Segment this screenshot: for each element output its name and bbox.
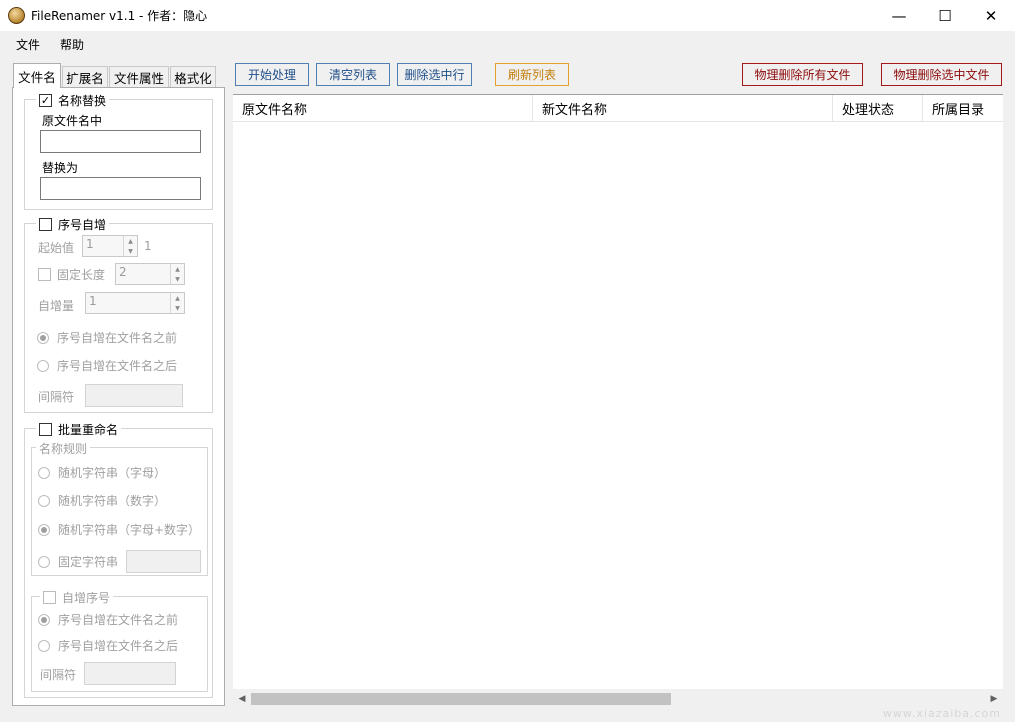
minimize-button[interactable]: —: [876, 0, 922, 31]
close-button[interactable]: ✕: [968, 0, 1014, 31]
fixed-length-label: 固定长度: [57, 268, 106, 282]
batch-seq-before-radio[interactable]: [38, 613, 50, 626]
rule-fixed-option[interactable]: 固定字符串: [38, 553, 118, 570]
fixed-length-checkbox[interactable]: [38, 268, 51, 281]
stepper-arrows-icon[interactable]: ▲ ▼: [170, 293, 184, 313]
stepper-arrows-icon[interactable]: ▲ ▼: [170, 264, 184, 284]
rule-mixed-label: 随机字符串（字母+数字）: [58, 523, 201, 537]
column-original-name[interactable]: 原文件名称: [233, 95, 533, 122]
fixed-length-value: 2: [119, 265, 127, 279]
fixed-length-option[interactable]: 固定长度: [38, 266, 105, 283]
seq-after-label: 序号自增在文件名之后: [57, 359, 178, 373]
name-rule-label: 名称规则: [36, 440, 91, 457]
rule-digits-radio[interactable]: [38, 494, 50, 507]
step-label: 自增量: [38, 299, 75, 313]
clear-list-button[interactable]: 清空列表: [316, 63, 390, 86]
tab-filename[interactable]: 文件名: [13, 63, 61, 88]
horizontal-scrollbar[interactable]: ◀ ▶: [233, 690, 1003, 708]
separator-input[interactable]: [85, 384, 183, 407]
seq-increment-label: 序号自增: [58, 218, 107, 232]
batch-separator-label: 间隔符: [40, 668, 77, 682]
batch-rename-label: 批量重命名: [58, 423, 119, 437]
step-stepper[interactable]: 1 ▲ ▼: [85, 292, 185, 314]
delete-all-files-button[interactable]: 物理删除所有文件: [742, 63, 863, 86]
window-title: FileRenamer v1.1 - 作者：隐心: [31, 9, 208, 23]
source-input[interactable]: [40, 130, 201, 153]
auto-seq-label: 自增序号: [62, 591, 111, 605]
menu-file[interactable]: 文件: [16, 36, 40, 53]
close-icon: ✕: [984, 6, 998, 25]
rule-mixed-option[interactable]: 随机字符串（字母+数字）: [38, 521, 200, 538]
watermark: www.xiazaiba.com: [882, 707, 1001, 720]
name-replace-label: 名称替换: [58, 94, 107, 108]
seq-after-radio[interactable]: [37, 359, 49, 372]
tab-file-attributes[interactable]: 文件属性: [109, 66, 169, 87]
tab-extension[interactable]: 扩展名: [62, 66, 108, 87]
name-replace-checkbox[interactable]: ✓: [39, 94, 52, 107]
target-input[interactable]: [40, 177, 201, 200]
seq-after-option[interactable]: 序号自增在文件名之后: [37, 357, 177, 374]
seq-increment-checkbox[interactable]: [39, 218, 52, 231]
scroll-left-icon[interactable]: ◀: [234, 692, 250, 706]
column-new-name[interactable]: 新文件名称: [533, 95, 833, 122]
auto-seq-checkbox[interactable]: [43, 591, 56, 604]
batch-separator-input[interactable]: [84, 662, 176, 685]
start-processing-button[interactable]: 开始处理: [235, 63, 309, 86]
maximize-icon: ☐: [938, 6, 952, 25]
delete-selected-rows-button[interactable]: 删除选中行: [397, 63, 472, 86]
delete-selected-files-button[interactable]: 物理删除选中文件: [881, 63, 1002, 86]
rule-digits-option[interactable]: 随机字符串（数字）: [38, 492, 166, 509]
minimize-icon: —: [891, 6, 907, 25]
batch-seq-after-option[interactable]: 序号自增在文件名之后: [38, 637, 178, 654]
batch-seq-before-option[interactable]: 序号自增在文件名之前: [38, 611, 178, 628]
auto-seq-legend: 自增序号: [40, 589, 114, 606]
tab-format[interactable]: 格式化: [170, 66, 216, 87]
column-directory[interactable]: 所属目录: [923, 95, 1003, 122]
scrollbar-thumb[interactable]: [251, 693, 671, 705]
batch-seq-after-label: 序号自增在文件名之后: [58, 639, 179, 653]
rule-letters-option[interactable]: 随机字符串（字母）: [38, 464, 166, 481]
start-value-stepper[interactable]: 1 ▲ ▼: [82, 235, 138, 257]
menu-help[interactable]: 帮助: [60, 36, 84, 53]
seq-before-label: 序号自增在文件名之前: [57, 331, 178, 345]
start-value-preview: 1: [144, 239, 152, 253]
refresh-list-button[interactable]: 刷新列表: [495, 63, 569, 86]
stepper-arrows-icon[interactable]: ▲ ▼: [123, 236, 137, 256]
batch-seq-after-radio[interactable]: [38, 639, 50, 652]
rule-fixed-label: 固定字符串: [58, 555, 119, 569]
batch-rename-checkbox[interactable]: [39, 423, 52, 436]
rule-mixed-radio[interactable]: [38, 523, 50, 536]
maximize-button[interactable]: ☐: [922, 0, 968, 31]
rule-digits-label: 随机字符串（数字）: [58, 494, 167, 508]
file-list[interactable]: 原文件名称 新文件名称 处理状态 所属目录: [233, 94, 1003, 689]
scroll-right-icon[interactable]: ▶: [986, 692, 1002, 706]
seq-before-radio[interactable]: [37, 331, 49, 344]
separator-label: 间隔符: [38, 390, 75, 404]
name-replace-legend: ✓ 名称替换: [36, 92, 110, 109]
start-value-label: 起始值: [38, 241, 75, 255]
fixed-length-stepper[interactable]: 2 ▲ ▼: [115, 263, 185, 285]
source-label: 原文件名中: [42, 114, 103, 128]
rule-letters-radio[interactable]: [38, 466, 50, 479]
menu-bar: [0, 31, 1015, 57]
batch-rename-legend: 批量重命名: [36, 421, 122, 438]
step-value: 1: [89, 294, 97, 308]
seq-before-option[interactable]: 序号自增在文件名之前: [37, 329, 177, 346]
start-value: 1: [86, 237, 94, 251]
column-status[interactable]: 处理状态: [833, 95, 923, 122]
batch-seq-before-label: 序号自增在文件名之前: [58, 613, 179, 627]
rule-letters-label: 随机字符串（字母）: [58, 466, 167, 480]
fixed-string-input[interactable]: [126, 550, 201, 573]
rule-fixed-radio[interactable]: [38, 555, 50, 568]
app-icon: [8, 7, 25, 24]
target-label: 替换为: [42, 161, 79, 175]
seq-increment-legend: 序号自增: [36, 216, 110, 233]
